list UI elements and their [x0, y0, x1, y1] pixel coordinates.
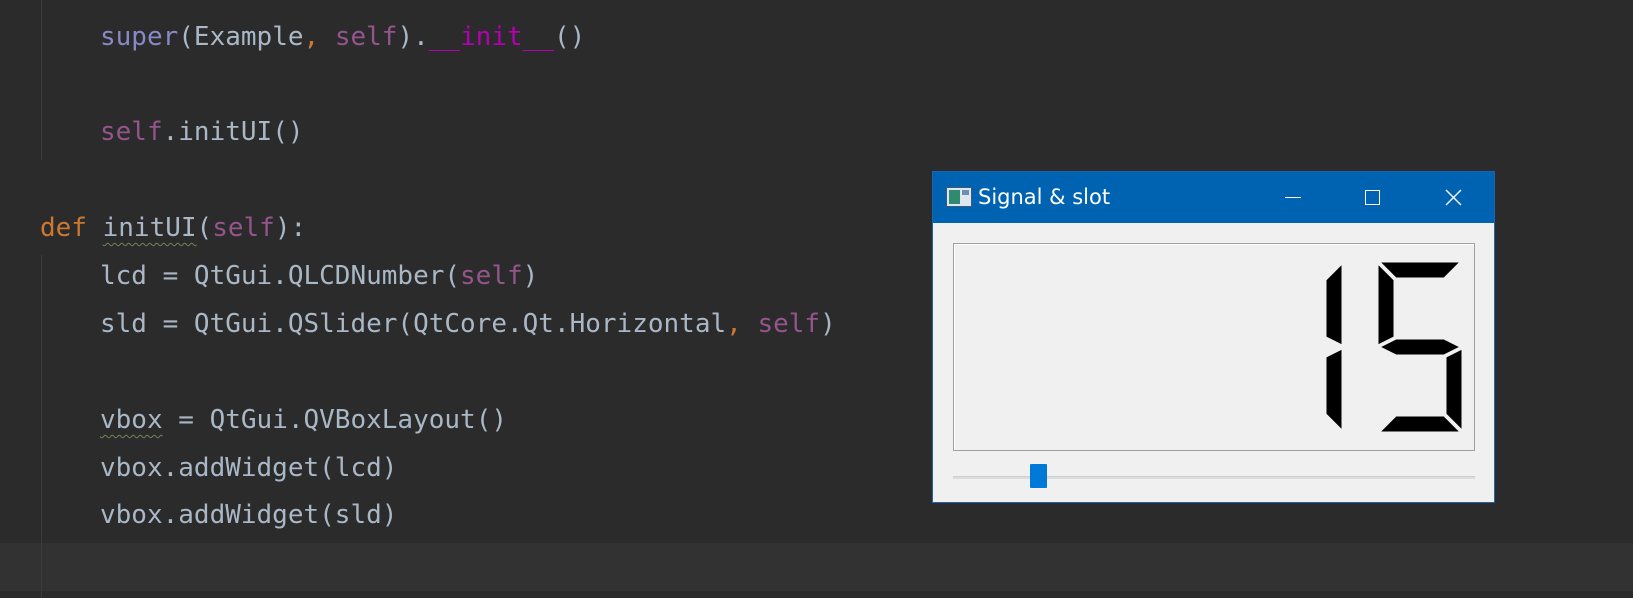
current-line-highlight: [0, 543, 1633, 591]
lcd-digit: [1377, 261, 1463, 433]
close-icon[interactable]: [1414, 172, 1494, 223]
code-line-add-lcd[interactable]: vbox.addWidget(lcd): [100, 453, 397, 483]
indent-guide: [41, 255, 42, 598]
window-titlebar[interactable]: Signal & slot: [933, 172, 1494, 223]
code-line-def-initui[interactable]: def initUI(self):: [40, 213, 306, 243]
lcd-segment-d: [1378, 415, 1462, 433]
lcd-segment-b: [1325, 262, 1343, 346]
code-line-sld[interactable]: sld = QtGui.QSlider(QtCore.Qt.Horizontal…: [100, 309, 836, 339]
lcd-digit: [1325, 262, 1343, 432]
lcd-segment-g: [1378, 338, 1462, 356]
code-line-super[interactable]: super(Example, self).__init__(): [100, 22, 585, 52]
code-line-vbox[interactable]: vbox = QtGui.QVBoxLayout(): [100, 405, 507, 435]
lcd-segment-f: [1377, 262, 1395, 346]
window-title: Signal & slot: [978, 185, 1111, 209]
lcd-segment-c: [1445, 348, 1463, 432]
minimize-icon[interactable]: [1253, 172, 1333, 223]
code-line-lcd[interactable]: lcd = QtGui.QLCDNumber(self): [100, 261, 538, 291]
lcd-number: 15: [953, 243, 1475, 451]
code-line-add-sld[interactable]: vbox.addWidget(sld): [100, 500, 397, 530]
indent-guide: [41, 0, 42, 160]
value-slider[interactable]: [953, 462, 1475, 492]
maximize-icon[interactable]: [1333, 172, 1413, 223]
lcd-digits: [1325, 261, 1463, 433]
code-line-self-initui[interactable]: self.initUI(): [100, 117, 304, 147]
slider-handle[interactable]: [1030, 464, 1047, 488]
lcd-segment-c: [1325, 348, 1343, 432]
app-icon: [946, 187, 972, 207]
lcd-segment-a: [1378, 261, 1462, 279]
signal-slot-window[interactable]: Signal & slot 15: [932, 171, 1495, 503]
